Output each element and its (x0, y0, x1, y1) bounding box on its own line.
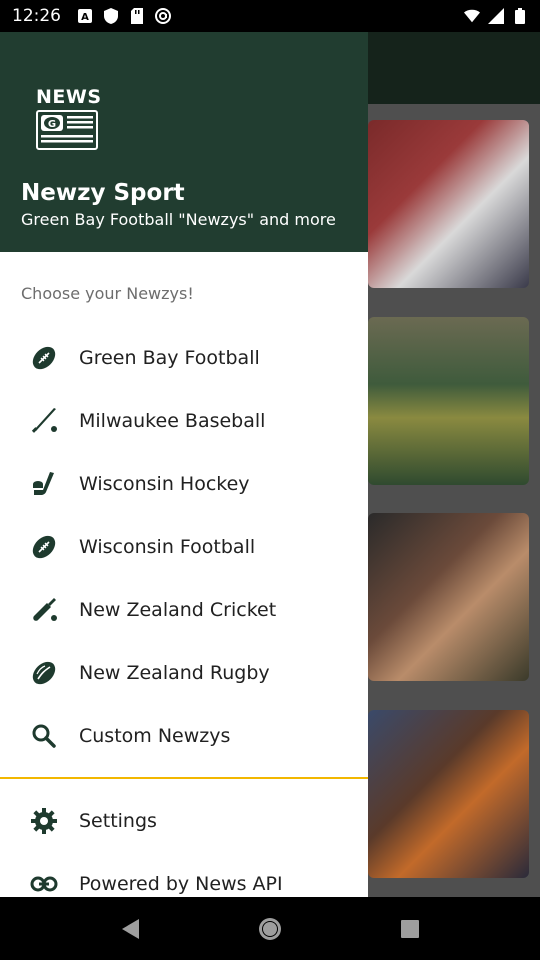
svg-text:A: A (81, 12, 89, 23)
newzys-menu: Green Bay Football Milwaukee Baseball Wi… (0, 326, 368, 767)
a-icon: A (77, 8, 93, 24)
sd-card-icon (129, 8, 145, 24)
status-bar: 12:26 A (0, 0, 540, 32)
menu-item-wisconsin-hockey[interactable]: Wisconsin Hockey (0, 452, 368, 515)
newspaper-icon: G (36, 110, 98, 150)
svg-text:G: G (48, 119, 56, 130)
newzy-logo: NEWS G (36, 86, 102, 152)
status-time: 12:26 (12, 6, 61, 26)
gear-icon (30, 807, 58, 835)
cricket-icon (30, 596, 58, 624)
menu-item-label: Powered by News API (79, 872, 283, 895)
navigation-drawer: NEWS G Newzy Sport Green Bay Football "N… (0, 32, 368, 897)
news-card-image[interactable] (368, 710, 529, 878)
menu-item-label: New Zealand Rugby (79, 661, 270, 684)
recents-icon[interactable] (395, 914, 425, 944)
search-icon (30, 722, 58, 750)
status-icons-right (464, 8, 528, 24)
system-nav-bar (0, 897, 540, 960)
news-card-image[interactable] (368, 513, 529, 681)
menu-item-label: Wisconsin Hockey (79, 472, 250, 495)
menu-item-new-zealand-cricket[interactable]: New Zealand Cricket (0, 578, 368, 641)
app-title: Newzy Sport (21, 180, 185, 206)
menu-item-label: Green Bay Football (79, 346, 260, 369)
menu-item-green-bay-football[interactable]: Green Bay Football (0, 326, 368, 389)
baseball-bat-icon (30, 407, 58, 435)
menu-item-label: Custom Newzys (79, 724, 231, 747)
football-icon (30, 533, 58, 561)
app-subtitle: Green Bay Football "Newzys" and more (21, 210, 336, 229)
back-icon[interactable] (115, 914, 145, 944)
menu-item-new-zealand-rugby[interactable]: New Zealand Rugby (0, 641, 368, 704)
menu-item-label: Settings (79, 809, 157, 832)
news-card-image[interactable] (368, 120, 529, 288)
wifi-icon (464, 8, 480, 24)
home-icon[interactable] (255, 914, 285, 944)
menu-item-custom-newzys[interactable]: Custom Newzys (0, 704, 368, 767)
rugby-icon (30, 659, 58, 687)
football-icon (30, 344, 58, 372)
menu-item-label: Milwaukee Baseball (79, 409, 266, 432)
menu-item-powered-by[interactable]: Powered by News API (0, 852, 368, 897)
menu-divider (0, 777, 368, 779)
logo-text: NEWS (36, 86, 102, 108)
signal-icon (488, 8, 504, 24)
bottom-menu: Settings Powered by News API (0, 789, 368, 897)
menu-item-milwaukee-baseball[interactable]: Milwaukee Baseball (0, 389, 368, 452)
menu-item-label: Wisconsin Football (79, 535, 256, 558)
menu-item-label: New Zealand Cricket (79, 598, 277, 621)
menu-item-wisconsin-football[interactable]: Wisconsin Football (0, 515, 368, 578)
shield-icon (103, 8, 119, 24)
menu-item-settings[interactable]: Settings (0, 789, 368, 852)
link-icon (30, 870, 58, 898)
at-icon (155, 8, 171, 24)
section-label: Choose your Newzys! (21, 284, 194, 303)
hockey-icon (30, 470, 58, 498)
battery-icon (512, 8, 528, 24)
drawer-header: NEWS G Newzy Sport Green Bay Football "N… (0, 32, 368, 252)
status-icons-left: A (77, 8, 171, 24)
news-card-image[interactable] (368, 317, 529, 485)
